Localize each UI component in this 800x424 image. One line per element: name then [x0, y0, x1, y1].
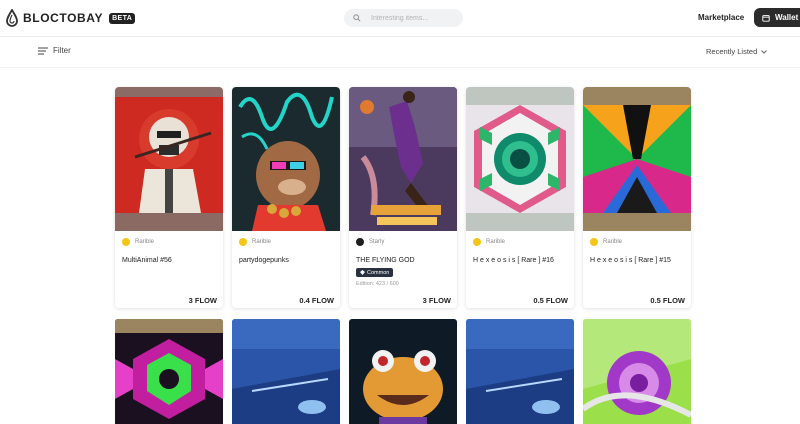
nft-image-monster[interactable]	[349, 319, 457, 424]
nft-name[interactable]: THE FLYING GOD	[356, 257, 415, 264]
rarity-label: Common	[367, 269, 390, 276]
chevron-down-icon	[761, 49, 768, 54]
nft-image-blue-scene-b[interactable]	[466, 319, 574, 424]
nft-price: 0.4 FLOW	[299, 296, 334, 305]
wallet-button[interactable]: Wallet	[754, 8, 800, 27]
source-label: Starly	[369, 239, 385, 245]
nft-image-purple-swirl[interactable]	[583, 319, 691, 424]
edition-count: Edition: 423 / 600	[356, 281, 399, 287]
nft-image-multianimal[interactable]	[115, 87, 223, 231]
nft-price: 0.5 FLOW	[533, 296, 568, 305]
source-meta: Rarible	[590, 238, 622, 246]
rarible-badge-icon	[590, 238, 598, 246]
nft-card[interactable]: Starly THE FLYING GOD Common Edition: 42…	[349, 87, 457, 308]
source-label: Rarible	[486, 239, 506, 245]
source-meta: Starly	[356, 238, 384, 246]
starly-badge-icon	[356, 238, 364, 246]
nft-image-kaleido-magenta[interactable]	[115, 319, 223, 424]
logo-text: BLOCTOBAY	[23, 11, 104, 25]
nft-image-partydogepunks[interactable]	[232, 87, 340, 231]
nav-marketplace[interactable]: Marketplace	[698, 13, 744, 22]
filter-icon	[38, 47, 48, 54]
nft-price: 3 FLOW	[422, 296, 451, 305]
nft-name[interactable]: H e x e o s i s [ Rare ] #15	[590, 257, 671, 264]
search-icon	[353, 14, 361, 22]
wallet-icon	[762, 14, 770, 22]
sort-dropdown[interactable]: Recently Listed	[700, 44, 773, 59]
toolbar-divider	[0, 67, 800, 68]
nft-image-flying-god[interactable]	[349, 87, 457, 231]
search-bar[interactable]	[344, 9, 463, 27]
rarity-badge: Common	[356, 268, 394, 277]
nft-price: 3 FLOW	[188, 296, 217, 305]
source-meta: Rarible	[473, 238, 505, 246]
source-meta: Rarible	[239, 238, 271, 246]
source-label: Rarible	[252, 239, 272, 245]
nft-image-blue-scene-a[interactable]	[232, 319, 340, 424]
nft-name[interactable]: MultiAnimal #56	[122, 257, 172, 264]
nft-image-hexeosis-15[interactable]	[583, 87, 691, 231]
filter-button[interactable]: Filter	[38, 46, 71, 55]
rarible-badge-icon	[122, 238, 130, 246]
wallet-label: Wallet	[775, 13, 799, 22]
nft-name[interactable]: partydogepunks	[239, 257, 289, 264]
toolbar: Filter Recently Listed	[0, 37, 800, 67]
source-meta: Rarible	[122, 238, 154, 246]
rarible-badge-icon	[473, 238, 481, 246]
search-input[interactable]	[371, 14, 461, 22]
top-bar: BLOCTOBAY BETA Marketplace Wallet	[0, 0, 800, 36]
nft-card[interactable]: Rarible partydogepunks 0.4 FLOW	[232, 87, 340, 308]
beta-badge: BETA	[109, 12, 136, 24]
filter-label: Filter	[53, 46, 71, 55]
source-label: Rarible	[603, 239, 623, 245]
nft-card[interactable]: Rarible H e x e o s i s [ Rare ] #16 0.5…	[466, 87, 574, 308]
nft-name[interactable]: H e x e o s i s [ Rare ] #16	[473, 257, 554, 264]
sort-label: Recently Listed	[706, 47, 758, 56]
diamond-icon	[360, 270, 365, 275]
rarible-badge-icon	[239, 238, 247, 246]
logo[interactable]: BLOCTOBAY BETA	[5, 9, 136, 27]
source-label: Rarible	[135, 239, 155, 245]
nft-card[interactable]: Rarible MultiAnimal #56 3 FLOW	[115, 87, 223, 308]
droplet-logo-icon	[6, 9, 18, 27]
nft-price: 0.5 FLOW	[650, 296, 685, 305]
nft-card[interactable]: Rarible H e x e o s i s [ Rare ] #15 0.5…	[583, 87, 691, 308]
nft-image-hexeosis-16[interactable]	[466, 87, 574, 231]
